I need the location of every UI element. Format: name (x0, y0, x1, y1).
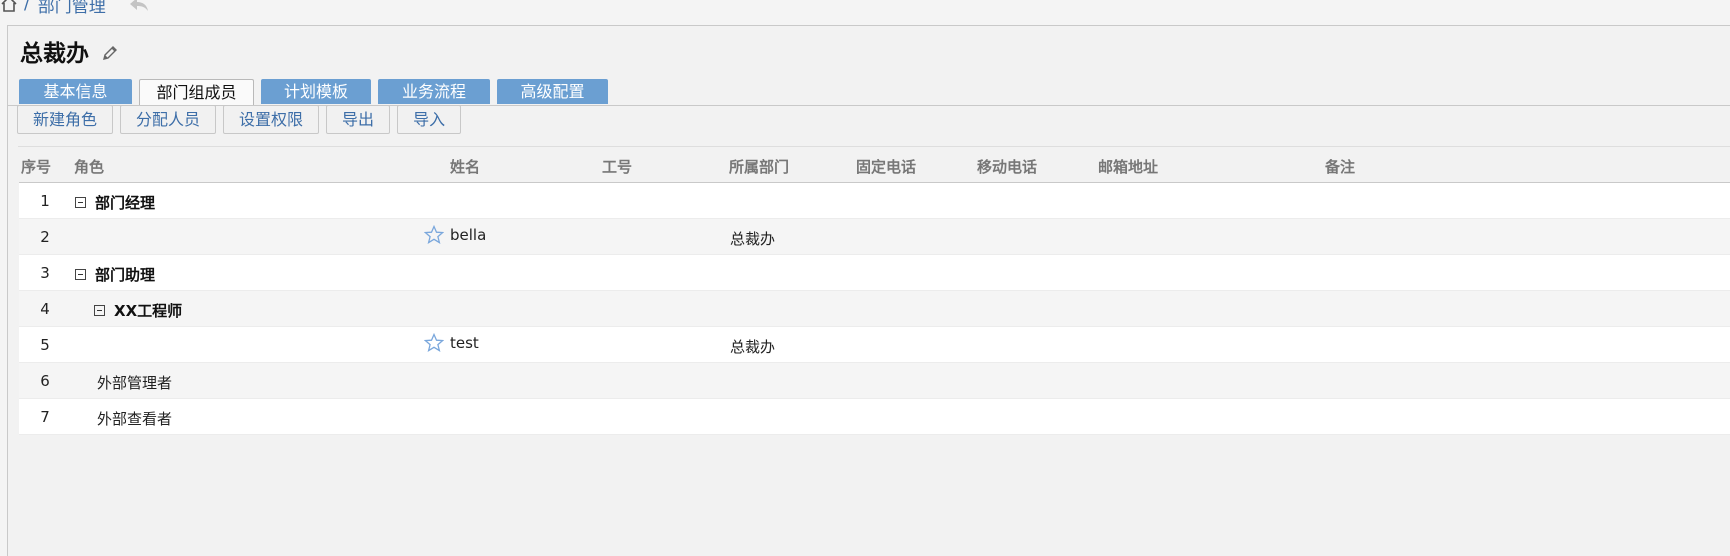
member-department: 总裁办 (730, 338, 776, 356)
role-label: 部门经理 (95, 194, 156, 212)
table-row[interactable]: 2 bella 总裁办 (19, 219, 1730, 255)
role-label: 外部管理者 (97, 374, 173, 392)
role-group: 部门经理 (75, 192, 155, 213)
star-icon[interactable] (424, 333, 444, 353)
collapse-toggle-icon[interactable] (75, 269, 86, 280)
collapse-toggle-icon[interactable] (75, 197, 86, 208)
table-row[interactable]: 6 外部管理者 (19, 363, 1730, 399)
member-name[interactable]: test (450, 334, 479, 352)
title-row: 总裁办 (20, 34, 119, 68)
tab-advanced-config[interactable]: 高级配置 (497, 79, 608, 104)
member-department: 总裁办 (730, 230, 776, 248)
export-button[interactable]: 导出 (326, 105, 391, 134)
import-button[interactable]: 导入 (397, 105, 462, 134)
column-header-remark[interactable]: 备注 (1325, 156, 1355, 177)
role-group: XX工程师 (94, 300, 182, 321)
tab-business-process[interactable]: 业务流程 (378, 79, 490, 104)
main-panel: 总裁办 基本信息 部门组成员 计划模板 业务流程 高级配置 新建角色 分配人员 … (7, 25, 1730, 556)
role-label: XX工程师 (114, 302, 183, 320)
tab-bar: 基本信息 部门组成员 计划模板 业务流程 高级配置 (19, 79, 615, 106)
breadcrumb-separator: / (24, 0, 30, 14)
breadcrumb: / 部门管理 (0, 0, 150, 17)
collapse-toggle-icon[interactable] (94, 305, 105, 316)
home-icon[interactable] (0, 0, 18, 13)
column-header-department[interactable]: 所属部门 (729, 156, 789, 177)
row-index: 7 (40, 408, 50, 426)
column-header-index[interactable]: 序号 (21, 156, 51, 177)
breadcrumb-current[interactable]: 部门管理 (38, 0, 106, 17)
role-group: 部门助理 (75, 264, 155, 285)
role-label: 部门助理 (95, 266, 156, 284)
back-arrow-icon[interactable] (128, 0, 150, 13)
column-header-employee-no[interactable]: 工号 (602, 156, 632, 177)
column-header-phone[interactable]: 固定电话 (856, 156, 916, 177)
tab-department-members[interactable]: 部门组成员 (139, 79, 254, 106)
table-row[interactable]: 1 部门经理 (19, 183, 1730, 219)
table-row[interactable]: 7 外部查看者 (19, 399, 1730, 435)
column-header-email[interactable]: 邮箱地址 (1098, 156, 1158, 177)
new-role-button[interactable]: 新建角色 (17, 105, 114, 134)
row-index: 1 (40, 192, 50, 210)
row-index: 6 (40, 372, 50, 390)
table-header: 序号 角色 姓名 工号 所属部门 固定电话 移动电话 邮箱地址 备注 (19, 147, 1730, 183)
member-name[interactable]: bella (450, 226, 486, 244)
table-row[interactable]: 3 部门助理 (19, 255, 1730, 291)
page-title: 总裁办 (20, 41, 89, 67)
toolbar: 新建角色 分配人员 设置权限 导出 导入 (17, 105, 468, 134)
role-label: 外部查看者 (97, 410, 173, 428)
row-index: 3 (40, 264, 50, 282)
member-name-cell: test (424, 333, 479, 353)
tab-basic-info[interactable]: 基本信息 (19, 79, 132, 104)
column-header-name[interactable]: 姓名 (450, 156, 480, 177)
table-row[interactable]: 4 XX工程师 (19, 291, 1730, 327)
star-icon[interactable] (424, 225, 444, 245)
pencil-icon[interactable] (101, 44, 119, 62)
assign-people-button[interactable]: 分配人员 (120, 105, 217, 134)
table-row[interactable]: 5 test 总裁办 (19, 327, 1730, 363)
row-index: 2 (40, 228, 50, 246)
column-header-mobile[interactable]: 移动电话 (977, 156, 1037, 177)
members-table: 序号 角色 姓名 工号 所属部门 固定电话 移动电话 邮箱地址 备注 1 部门经… (19, 147, 1730, 435)
set-permissions-button[interactable]: 设置权限 (223, 105, 320, 134)
row-index: 5 (40, 336, 50, 354)
member-name-cell: bella (424, 225, 486, 245)
tab-plan-template[interactable]: 计划模板 (261, 79, 371, 104)
row-index: 4 (40, 300, 50, 318)
column-header-role[interactable]: 角色 (74, 156, 104, 177)
